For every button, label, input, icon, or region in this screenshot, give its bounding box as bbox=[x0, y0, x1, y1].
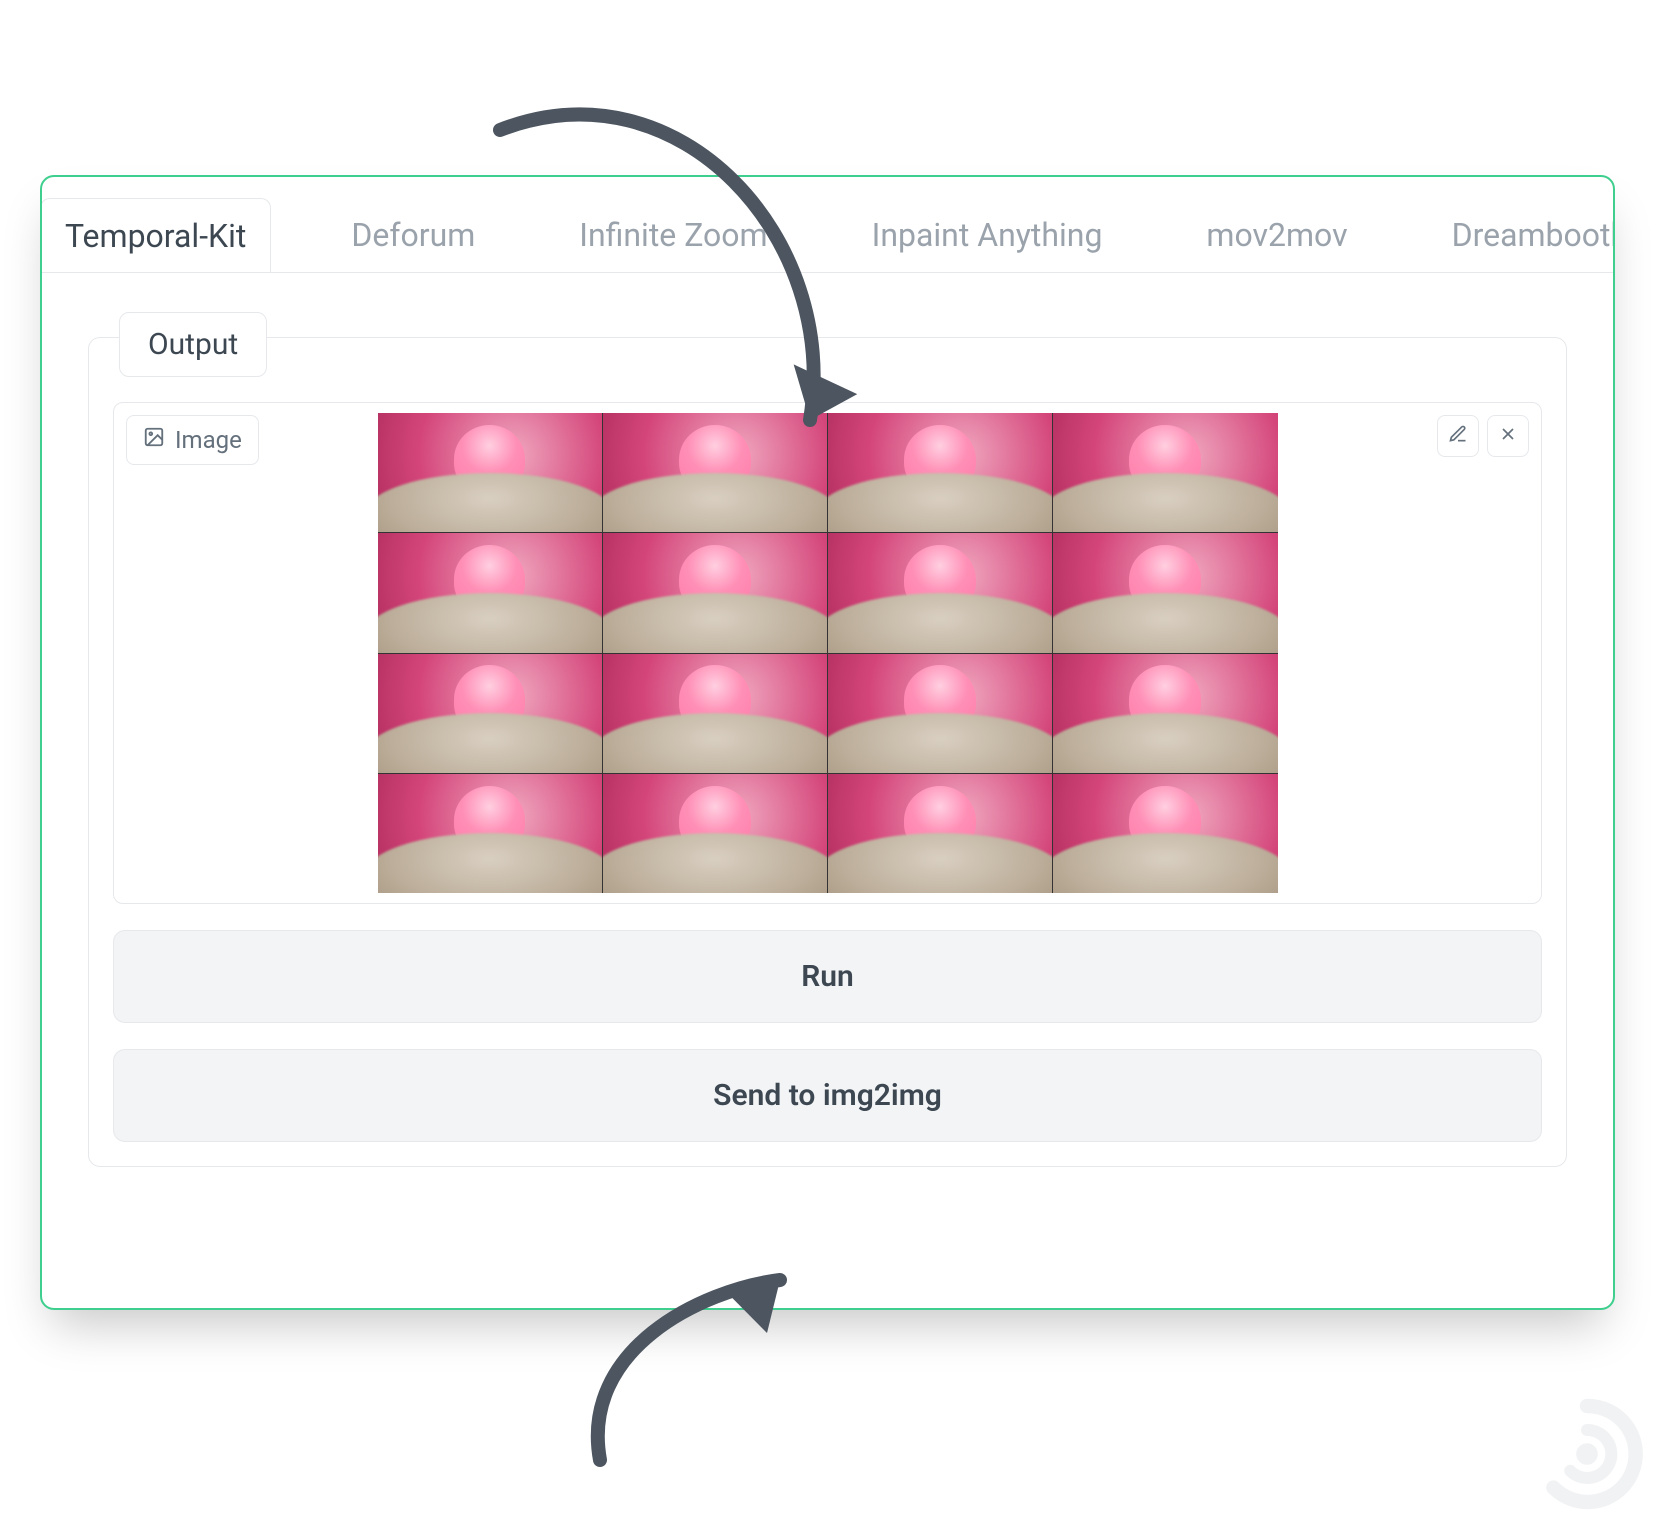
tab-mov2mov[interactable]: mov2mov bbox=[1182, 198, 1371, 272]
output-section: Output Image bbox=[88, 337, 1567, 1167]
image-tools bbox=[1437, 415, 1529, 457]
tab-deforum[interactable]: Deforum bbox=[327, 198, 499, 272]
tab-infinite-zoom[interactable]: Infinite Zoom bbox=[555, 198, 791, 272]
tab-label: Dreambooth bbox=[1452, 216, 1613, 254]
panel-body: Output Image bbox=[42, 273, 1613, 1207]
tab-label: Deforum bbox=[351, 216, 475, 254]
send-to-img2img-button[interactable]: Send to img2img bbox=[113, 1049, 1542, 1142]
top-tabs: Temporal-Kit Deforum Infinite Zoom Inpai… bbox=[42, 177, 1613, 273]
tab-label: Infinite Zoom bbox=[579, 216, 767, 254]
tab-label: Temporal-Kit bbox=[65, 217, 246, 255]
image-icon bbox=[143, 426, 165, 454]
tab-temporal-kit[interactable]: Temporal-Kit bbox=[42, 198, 271, 273]
output-tab[interactable]: Output bbox=[119, 312, 267, 377]
send-button-label: Send to img2img bbox=[713, 1078, 942, 1113]
tab-inpaint-anything[interactable]: Inpaint Anything bbox=[848, 198, 1127, 272]
output-image-pane[interactable]: Image bbox=[113, 402, 1542, 904]
run-button[interactable]: Run bbox=[113, 930, 1542, 1023]
watermark-logo bbox=[1527, 1394, 1647, 1518]
run-button-label: Run bbox=[801, 959, 854, 994]
tab-label: Inpaint Anything bbox=[872, 216, 1103, 254]
clear-image-button[interactable] bbox=[1487, 415, 1529, 457]
output-image-grid bbox=[378, 413, 1278, 893]
tab-dreambooth[interactable]: Dreambooth bbox=[1428, 198, 1613, 272]
edit-image-button[interactable] bbox=[1437, 415, 1479, 457]
pencil-icon bbox=[1448, 424, 1468, 448]
app-panel: Temporal-Kit Deforum Infinite Zoom Inpai… bbox=[40, 175, 1615, 1310]
output-tab-label: Output bbox=[148, 327, 238, 362]
close-icon bbox=[1498, 424, 1518, 448]
image-badge-label: Image bbox=[175, 426, 242, 454]
image-type-badge: Image bbox=[126, 415, 259, 465]
tab-label: mov2mov bbox=[1206, 216, 1347, 254]
